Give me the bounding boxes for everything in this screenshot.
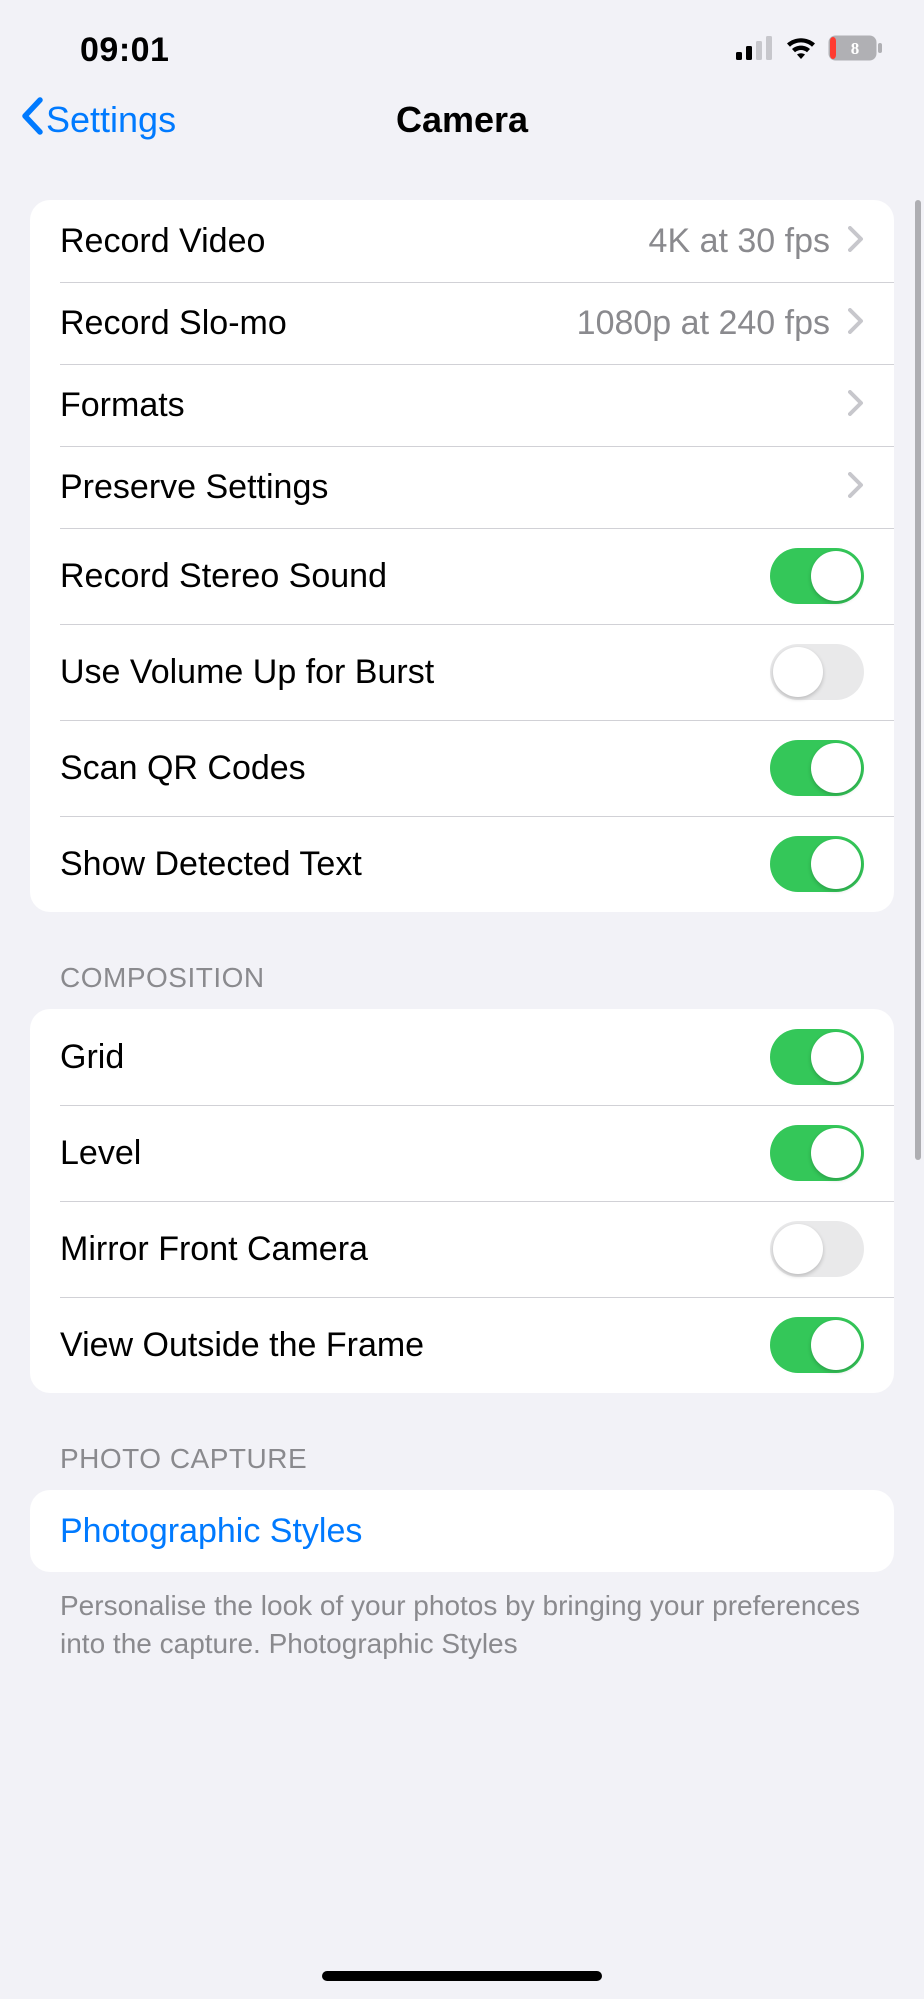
row-record-video[interactable]: Record Video 4K at 30 fps: [30, 200, 894, 282]
row-label: Record Stereo Sound: [60, 557, 770, 596]
chevron-right-icon: [848, 469, 864, 506]
row-grid: Grid: [30, 1009, 894, 1105]
chevron-right-icon: [848, 305, 864, 342]
row-view-outside: View Outside the Frame: [30, 1297, 894, 1393]
section-header-photo-capture: PHOTO CAPTURE: [30, 1393, 894, 1490]
toggle-view-outside[interactable]: [770, 1317, 864, 1373]
toggle-detected-text[interactable]: [770, 836, 864, 892]
row-label: Grid: [60, 1038, 770, 1077]
chevron-right-icon: [848, 223, 864, 260]
toggle-scan-qr[interactable]: [770, 740, 864, 796]
row-record-stereo: Record Stereo Sound: [30, 528, 894, 624]
row-label: Level: [60, 1134, 770, 1173]
status-bar: 09:01 8: [0, 0, 924, 90]
toggle-grid[interactable]: [770, 1029, 864, 1085]
group-main: Record Video 4K at 30 fps Record Slo-mo …: [30, 200, 894, 912]
row-label: Preserve Settings: [60, 468, 848, 507]
scroll-indicator[interactable]: [915, 200, 921, 1160]
group-photo-capture: Photographic Styles: [30, 1490, 894, 1572]
chevron-right-icon: [848, 387, 864, 424]
section-header-composition: COMPOSITION: [30, 912, 894, 1009]
status-right: 8: [736, 35, 884, 66]
row-label: Photographic Styles: [60, 1512, 864, 1551]
toggle-volume-burst[interactable]: [770, 644, 864, 700]
svg-text:8: 8: [851, 39, 860, 58]
status-time: 09:01: [80, 31, 169, 70]
row-record-slomo[interactable]: Record Slo-mo 1080p at 240 fps: [30, 282, 894, 364]
row-scan-qr: Scan QR Codes: [30, 720, 894, 816]
row-preserve-settings[interactable]: Preserve Settings: [30, 446, 894, 528]
row-photographic-styles[interactable]: Photographic Styles: [30, 1490, 894, 1572]
row-formats[interactable]: Formats: [30, 364, 894, 446]
toggle-level[interactable]: [770, 1125, 864, 1181]
row-label: Show Detected Text: [60, 845, 770, 884]
row-mirror-front: Mirror Front Camera: [30, 1201, 894, 1297]
section-footer-photo-capture: Personalise the look of your photos by b…: [30, 1572, 894, 1663]
row-label: Use Volume Up for Burst: [60, 653, 770, 692]
cellular-icon: [736, 36, 774, 65]
group-composition: Grid Level Mirror Front Camera View Outs…: [30, 1009, 894, 1393]
row-label: Scan QR Codes: [60, 749, 770, 788]
row-label: Mirror Front Camera: [60, 1230, 770, 1269]
toggle-record-stereo[interactable]: [770, 548, 864, 604]
home-indicator[interactable]: [322, 1971, 602, 1981]
chevron-left-icon: [20, 97, 44, 143]
row-label: Record Slo-mo: [60, 304, 577, 343]
page-title: Camera: [396, 99, 528, 141]
back-button[interactable]: Settings: [20, 97, 176, 143]
nav-bar: Settings Camera: [0, 90, 924, 170]
row-label: Record Video: [60, 222, 649, 261]
row-level: Level: [30, 1105, 894, 1201]
battery-icon: 8: [828, 35, 884, 66]
row-label: View Outside the Frame: [60, 1326, 770, 1365]
wifi-icon: [784, 36, 818, 65]
row-label: Formats: [60, 386, 848, 425]
back-label: Settings: [46, 99, 176, 141]
row-detected-text: Show Detected Text: [30, 816, 894, 912]
row-value: 4K at 30 fps: [649, 222, 830, 261]
row-value: 1080p at 240 fps: [577, 304, 830, 343]
toggle-mirror-front[interactable]: [770, 1221, 864, 1277]
row-volume-burst: Use Volume Up for Burst: [30, 624, 894, 720]
